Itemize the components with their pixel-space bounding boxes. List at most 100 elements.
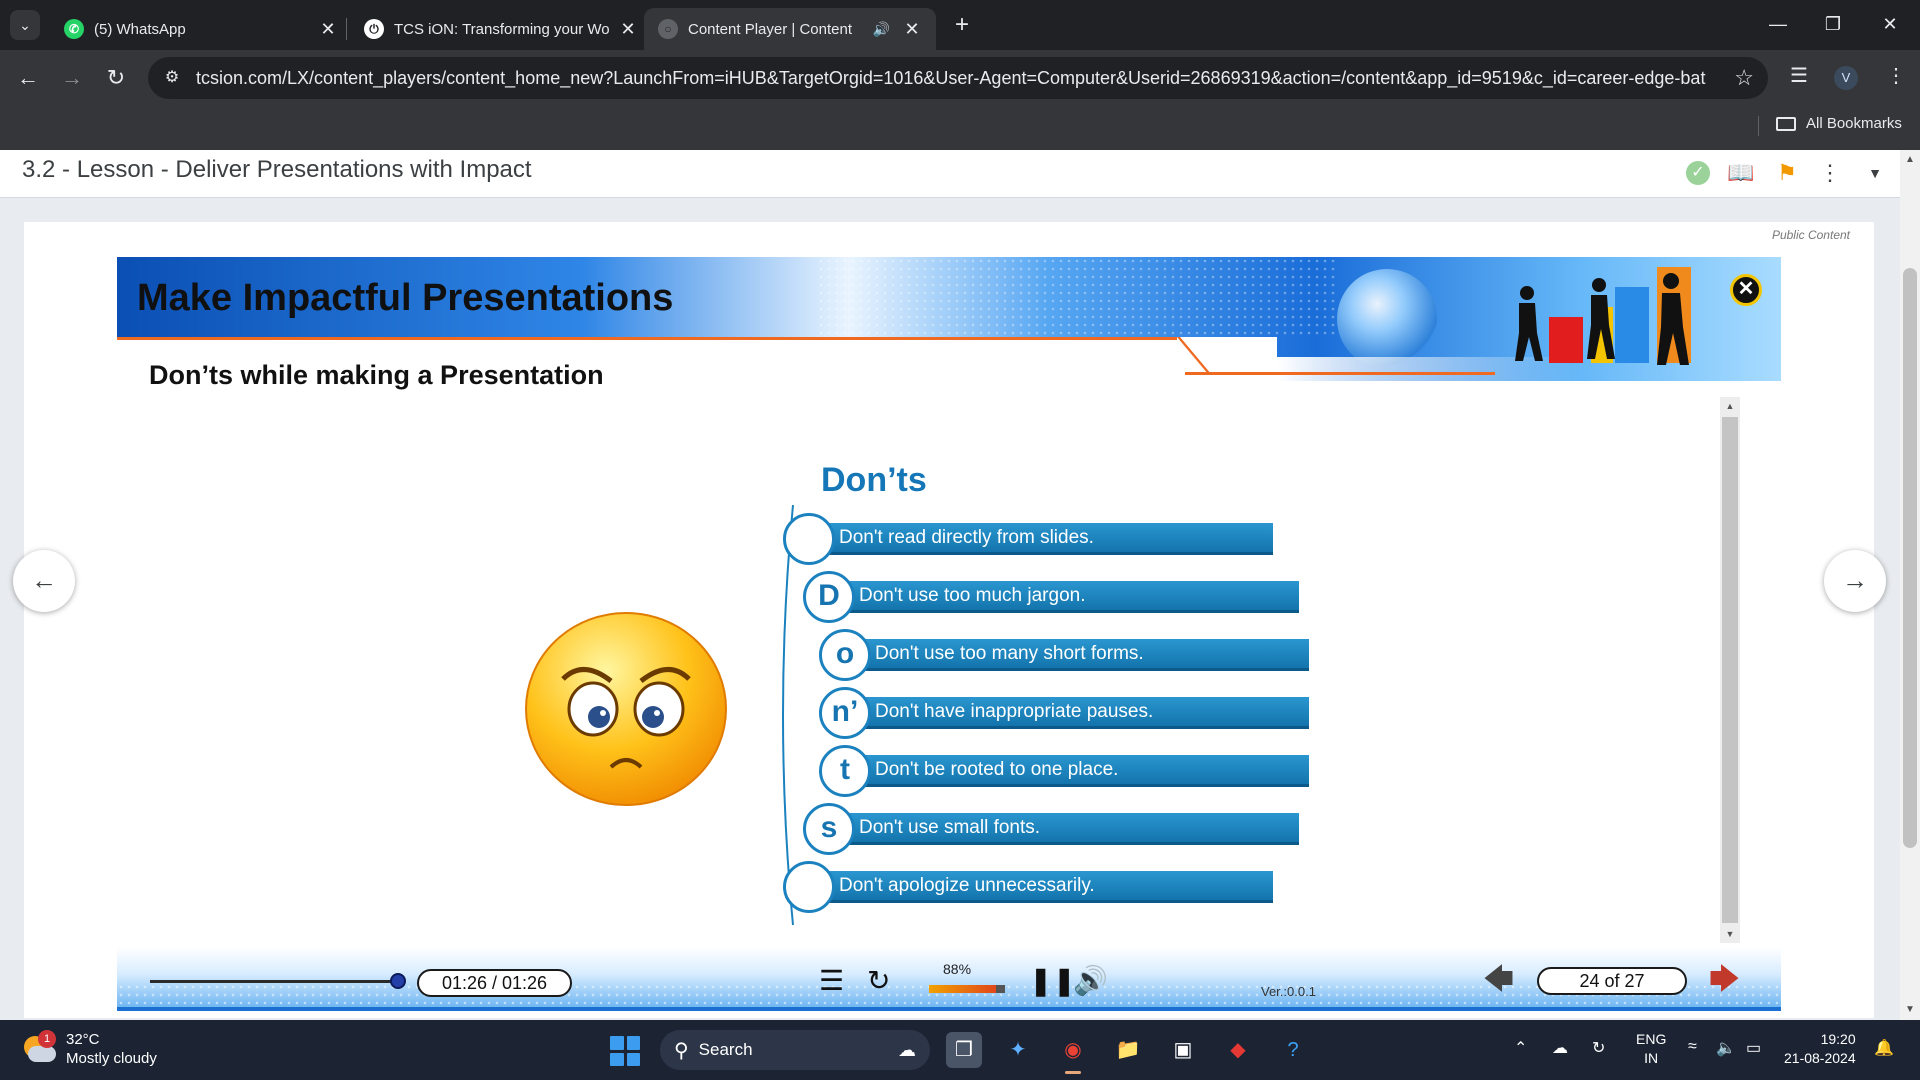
task-view-icon[interactable]: ❐ [946, 1032, 982, 1068]
file-explorer-icon[interactable]: 📁 [1110, 1032, 1146, 1068]
site-info-icon[interactable]: ⚙ [160, 66, 184, 90]
speaker-icon[interactable]: 🔈 [1716, 1038, 1736, 1058]
dont-item-letter: D [803, 571, 855, 623]
chrome-icon[interactable]: ◉ [1055, 1032, 1091, 1074]
scroll-up-arrow[interactable]: ▲ [1900, 150, 1920, 170]
start-button[interactable] [610, 1036, 640, 1066]
globe-icon: ○ [658, 19, 678, 39]
browser-toolbar: ← → ↻ ⚙ tcsion.com/LX/content_players/co… [0, 50, 1920, 106]
progress-percent: 88% [943, 961, 972, 977]
windows-logo-pane [610, 1036, 624, 1050]
volume-icon[interactable]: 🔊 [1073, 964, 1108, 998]
new-tab-button[interactable]: + [948, 12, 976, 40]
forward-icon[interactable]: → [56, 62, 88, 94]
tab-close-icon[interactable]: ✕ [902, 19, 922, 40]
tab-content-player[interactable]: ○ Content Player | Content 🔊 ✕ [644, 8, 936, 50]
all-bookmarks-button[interactable]: All Bookmarks [1776, 115, 1902, 132]
help-icon[interactable]: ? [1275, 1032, 1311, 1068]
completed-check-icon: ✓ [1686, 161, 1710, 185]
close-player-button[interactable]: ✕ [1730, 274, 1762, 306]
progress-fill [929, 985, 996, 993]
figure-body [1515, 303, 1543, 361]
browser-menu-icon[interactable]: ⋮ [1886, 63, 1906, 88]
slide-scrollbar-thumb[interactable] [1722, 417, 1738, 923]
bookmark-star-icon[interactable]: ☆ [1734, 65, 1754, 91]
browser-tab-strip: ⌄ ✆ (5) WhatsApp ✕ ⏻ TCS iON: Transformi… [0, 0, 1920, 50]
tab-whatsapp[interactable]: ✆ (5) WhatsApp ✕ [50, 8, 352, 50]
weather-text: 32°C Mostly cloudy [66, 1030, 157, 1068]
taskbar-search[interactable]: ⚲ Search ☁ [660, 1030, 930, 1070]
dont-item-letter: n’ [819, 687, 871, 739]
figure-head [1663, 273, 1679, 289]
figure-head [1592, 278, 1606, 292]
scroll-down-arrow[interactable]: ▼ [1900, 1000, 1920, 1020]
address-bar[interactable]: ⚙ tcsion.com/LX/content_players/content_… [148, 57, 1768, 99]
bookmark-icon[interactable]: ⚑ [1772, 158, 1802, 188]
lesson-header: 3.2 - Lesson - Deliver Presentations wit… [0, 150, 1900, 198]
reload-icon[interactable]: ↻ [100, 62, 132, 94]
language-code: ENG [1636, 1031, 1667, 1047]
weather-widget[interactable]: 1 32°C Mostly cloudy [20, 1030, 157, 1068]
book-icon[interactable]: 📖 [1726, 158, 1756, 188]
all-bookmarks-label: All Bookmarks [1806, 115, 1902, 132]
emoji-pupil [588, 706, 610, 728]
language-indicator[interactable]: ENG IN [1636, 1030, 1666, 1068]
sync-icon[interactable]: ↻ [1592, 1038, 1605, 1058]
dont-item-text: Don't read directly from slides. [823, 523, 1273, 555]
weather-cloud [28, 1046, 56, 1062]
dropdown-caret-icon[interactable]: ▼ [1860, 158, 1890, 188]
copilot-icon[interactable]: ✦ [1000, 1032, 1036, 1068]
onedrive-icon[interactable]: ☁ [1552, 1038, 1568, 1058]
battery-icon[interactable]: ▭ [1746, 1038, 1761, 1058]
tab-close-icon[interactable]: ✕ [318, 19, 338, 40]
tab-title: TCS iON: Transforming your Wo [394, 20, 610, 38]
donts-arc-line [782, 505, 794, 925]
more-options-icon[interactable]: ⋮ [1815, 158, 1845, 188]
notification-bell-icon[interactable]: 🔔 [1874, 1038, 1894, 1058]
next-slide-icon[interactable]: 🡆 [1709, 963, 1740, 997]
dont-item-letter: t [819, 745, 871, 797]
back-icon[interactable]: ← [12, 62, 44, 94]
tray-overflow-icon[interactable]: ⌃ [1514, 1038, 1527, 1058]
tab-close-icon[interactable]: ✕ [618, 19, 638, 40]
windows-logo-pane [626, 1052, 640, 1066]
windows-taskbar: 1 32°C Mostly cloudy ⚲ Search ☁ ❐ ✦ ◉ 📁 … [0, 1020, 1920, 1080]
wifi-icon[interactable]: ≈ [1688, 1038, 1697, 1056]
banner-title: Make Impactful Presentations [137, 277, 674, 319]
banner-world-map [817, 257, 1337, 337]
next-arrow-button[interactable]: → [1824, 550, 1886, 612]
media-control-icon[interactable]: ☰ [1790, 63, 1808, 88]
dont-item-letter: o [819, 629, 871, 681]
table-of-contents-icon[interactable]: ☰ [819, 964, 844, 998]
tab-title: Content Player | Content [688, 20, 852, 38]
minimize-icon[interactable]: — [1760, 10, 1796, 38]
slide-scroll-up-arrow[interactable]: ▲ [1720, 397, 1740, 415]
dont-item-letter [783, 861, 835, 913]
replay-icon[interactable]: ↻ [867, 964, 890, 998]
slide-scroll-down-arrow[interactable]: ▼ [1720, 925, 1740, 943]
restore-icon[interactable]: ❐ [1815, 10, 1851, 38]
tab-search-chevron-icon[interactable]: ⌄ [10, 10, 40, 40]
seek-bar[interactable] [150, 980, 398, 983]
version-label: Ver.:0.0.1 [1261, 984, 1316, 999]
close-window-icon[interactable]: ✕ [1872, 10, 1908, 38]
pause-icon[interactable]: ❚❚ [1029, 964, 1076, 998]
page-scrollbar-thumb[interactable] [1903, 268, 1917, 848]
previous-arrow-button[interactable]: ← [13, 550, 75, 612]
seek-handle[interactable] [390, 973, 406, 989]
url-text[interactable]: tcsion.com/LX/content_players/content_ho… [196, 68, 1706, 89]
weather-badge: 1 [38, 1030, 56, 1048]
slide-counter: 24 of 27 [1537, 967, 1687, 995]
clock-time: 19:20 [1820, 1031, 1856, 1047]
previous-slide-icon[interactable]: 🡄 [1483, 963, 1514, 997]
banner-globe-graphic [1337, 269, 1437, 369]
weather-temperature: 32°C [66, 1031, 100, 1048]
profile-avatar[interactable]: V [1834, 66, 1858, 90]
system-clock[interactable]: 19:20 21-08-2024 [1784, 1030, 1856, 1068]
figure-head [1520, 286, 1534, 300]
red-diamond-app-icon[interactable]: ◆ [1220, 1032, 1256, 1068]
tab-audio-icon[interactable]: 🔊 [873, 21, 890, 38]
microsoft-store-icon[interactable]: ▣ [1165, 1032, 1201, 1068]
tab-tcs-ion[interactable]: ⏻ TCS iON: Transforming your Wo ✕ [350, 8, 652, 50]
banner-orange-line [117, 337, 1177, 340]
